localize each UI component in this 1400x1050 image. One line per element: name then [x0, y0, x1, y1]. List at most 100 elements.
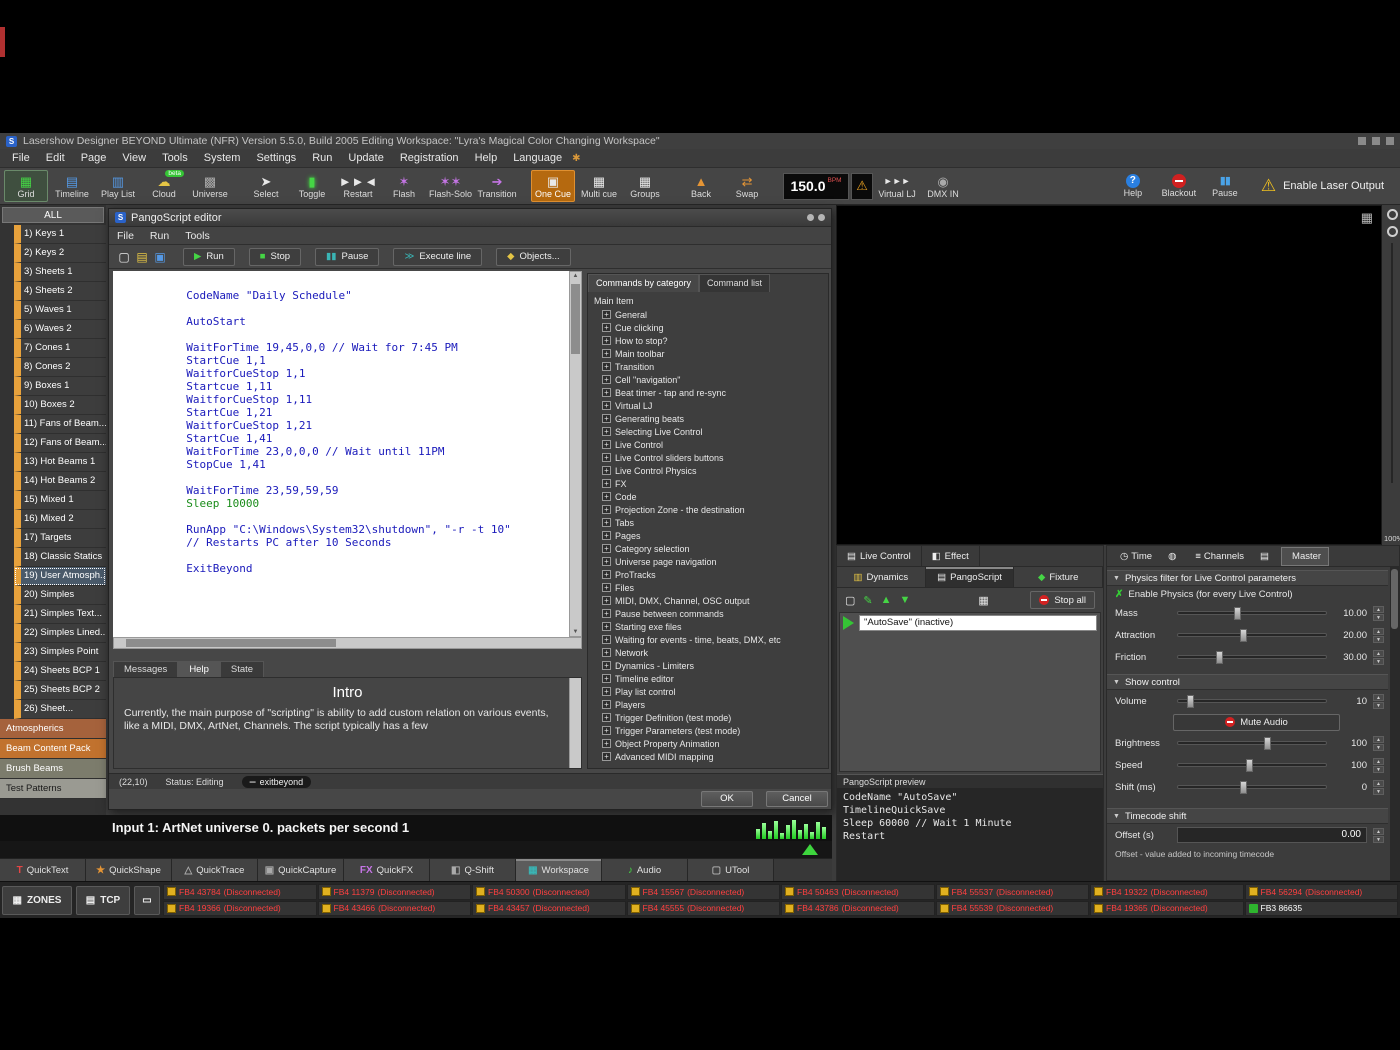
- master-panel-tab[interactable]: ≡ Channels: [1188, 547, 1251, 566]
- preview-grid-icon[interactable]: ▦: [1361, 210, 1373, 226]
- live-panel-tab[interactable]: ▤ Live Control: [837, 546, 922, 566]
- blackout-button[interactable]: Blackout: [1157, 170, 1201, 202]
- view-grid-icon[interactable]: ▦: [978, 594, 988, 607]
- toolbar-button[interactable]: ⇄ Swap: [725, 170, 769, 202]
- expand-icon[interactable]: +: [602, 648, 611, 657]
- edit-item-icon[interactable]: ✎: [863, 594, 872, 607]
- expand-icon[interactable]: +: [602, 388, 611, 397]
- editor-minimize-icon[interactable]: [807, 214, 814, 221]
- ok-button[interactable]: OK: [701, 791, 753, 807]
- code-editor[interactable]: CodeName "Daily Schedule" AutoStart Wait…: [113, 271, 569, 637]
- expand-icon[interactable]: +: [602, 492, 611, 501]
- sidebar-item[interactable]: 20) Simples: [14, 586, 106, 605]
- slider-track[interactable]: [1177, 763, 1327, 767]
- bpm-warning-icon[interactable]: ⚠: [851, 173, 873, 200]
- bottom-tool-tab[interactable]: FX QuickFX: [344, 859, 430, 881]
- device-status-cell[interactable]: FB4 19322 (Disconnected): [1090, 884, 1244, 900]
- tree-root[interactable]: Main Item: [592, 295, 828, 308]
- editor-titlebar[interactable]: S PangoScript editor: [109, 209, 831, 227]
- tree-item[interactable]: + How to stop?: [592, 334, 828, 347]
- bottom-tool-tab[interactable]: T QuickText: [0, 859, 86, 881]
- sidebar-item[interactable]: 1) Keys 1: [14, 225, 106, 244]
- toolbar-button[interactable]: ✶ Flash: [382, 170, 426, 202]
- sidebar-item[interactable]: 10) Boxes 2: [14, 396, 106, 415]
- expand-icon[interactable]: +: [602, 440, 611, 449]
- expand-icon[interactable]: +: [602, 570, 611, 579]
- preview-circle-button[interactable]: [1387, 209, 1398, 220]
- dmx-in-button[interactable]: ◉ DMX IN: [921, 170, 965, 202]
- sidebar-pack-item[interactable]: Brush Beams: [0, 759, 106, 779]
- sidebar-item[interactable]: 6) Waves 2: [14, 320, 106, 339]
- sidebar-item[interactable]: 23) Simples Point: [14, 643, 106, 662]
- tree-item[interactable]: + Main toolbar: [592, 347, 828, 360]
- device-status-cell[interactable]: FB4 19366 (Disconnected): [163, 901, 317, 917]
- tree-item[interactable]: + Category selection: [592, 542, 828, 555]
- sidebar-pack-item[interactable]: Test Patterns: [0, 779, 106, 799]
- expand-icon[interactable]: +: [602, 349, 611, 358]
- sidebar-item[interactable]: 8) Cones 2: [14, 358, 106, 377]
- sidebar-item[interactable]: 13) Hot Beams 1: [14, 453, 106, 472]
- live-panel-subtab[interactable]: ▥ Dynamics: [837, 567, 926, 587]
- pangoscript-list[interactable]: "AutoSave" (inactive): [839, 612, 1101, 772]
- slider-stepper[interactable]: ▲▼: [1373, 606, 1384, 621]
- toolbar-button[interactable]: ▤ Timeline: [50, 170, 94, 202]
- slider-track[interactable]: [1177, 699, 1327, 703]
- device-status-cell[interactable]: FB4 15567 (Disconnected): [627, 884, 781, 900]
- device-status-cell[interactable]: FB4 43786 (Disconnected): [781, 901, 935, 917]
- expand-icon[interactable]: +: [602, 375, 611, 384]
- sidebar-item[interactable]: 24) Sheets BCP 1: [14, 662, 106, 681]
- scrollbar-thumb[interactable]: [1391, 569, 1398, 629]
- tree-item[interactable]: + Advanced MIDI mapping: [592, 750, 828, 763]
- device-status-cell[interactable]: FB4 43784 (Disconnected): [163, 884, 317, 900]
- menu-item[interactable]: Edit: [38, 152, 73, 164]
- move-up-icon[interactable]: ▲: [881, 594, 892, 606]
- sidebar-item[interactable]: 12) Fans of Beam...: [14, 434, 106, 453]
- expand-icon[interactable]: +: [602, 479, 611, 488]
- slider-handle[interactable]: [1234, 607, 1241, 620]
- tree-item[interactable]: + Selecting Live Control: [592, 425, 828, 438]
- device-status-cell[interactable]: FB4 50463 (Disconnected): [781, 884, 935, 900]
- laser-preview[interactable]: ▦: [836, 205, 1382, 545]
- tree-item[interactable]: + Generating beats: [592, 412, 828, 425]
- tree-item[interactable]: + Dynamics - Limiters: [592, 659, 828, 672]
- expand-icon[interactable]: +: [602, 661, 611, 670]
- device-status-cell[interactable]: FB4 19365 (Disconnected): [1090, 901, 1244, 917]
- editor-menu-item[interactable]: File: [109, 230, 142, 242]
- device-status-cell[interactable]: FB4 55537 (Disconnected): [936, 884, 1090, 900]
- sidebar-item[interactable]: 25) Sheets BCP 2: [14, 681, 106, 700]
- expand-icon[interactable]: +: [602, 531, 611, 540]
- sidebar-item[interactable]: 4) Sheets 2: [14, 282, 106, 301]
- toolbar-button[interactable]: ☁ Cloud beta: [142, 170, 186, 202]
- sidebar-item[interactable]: 15) Mixed 1: [14, 491, 106, 510]
- zones-button[interactable]: ▦ ZONES: [2, 886, 72, 915]
- tree-item[interactable]: + FX: [592, 477, 828, 490]
- enable-laser-output-button[interactable]: ⚠ Enable Laser Output: [1249, 171, 1396, 201]
- device-status-cell[interactable]: FB4 43466 (Disconnected): [318, 901, 472, 917]
- preview-zoom-slider[interactable]: [1391, 243, 1393, 483]
- toolbar-button[interactable]: ➔ Transition: [475, 170, 519, 202]
- expand-icon[interactable]: +: [602, 596, 611, 605]
- pause-button[interactable]: ▮▮ Pause: [1203, 170, 1247, 202]
- play-icon[interactable]: [843, 616, 854, 630]
- slider-stepper[interactable]: ▲▼: [1373, 694, 1384, 709]
- tree-item[interactable]: + Code: [592, 490, 828, 503]
- tree-item[interactable]: + Projection Zone - the destination: [592, 503, 828, 516]
- device-status-cell[interactable]: FB3 86635: [1245, 901, 1399, 917]
- tree-item[interactable]: + Network: [592, 646, 828, 659]
- bottom-tool-tab[interactable]: △ QuickTrace: [172, 859, 258, 881]
- sidebar-item[interactable]: 18) Classic Statics: [14, 548, 106, 567]
- menu-item[interactable]: Update: [340, 152, 391, 164]
- sidebar-item[interactable]: 2) Keys 2: [14, 244, 106, 263]
- tree-item[interactable]: + General: [592, 308, 828, 321]
- tree-item[interactable]: + Starting exe files: [592, 620, 828, 633]
- toolbar-button[interactable]: ➤ Select: [244, 170, 288, 202]
- maximize-icon[interactable]: [1372, 137, 1380, 145]
- slider-track[interactable]: [1177, 785, 1327, 789]
- tree-item[interactable]: + Transition: [592, 360, 828, 373]
- bottom-tool-tab[interactable]: ▦ Workspace: [516, 859, 602, 881]
- slider-stepper[interactable]: ▲▼: [1373, 650, 1384, 665]
- editor-menu-item[interactable]: Run: [142, 230, 177, 242]
- expand-panel-icon[interactable]: [802, 844, 818, 855]
- device-status-cell[interactable]: FB4 11379 (Disconnected): [318, 884, 472, 900]
- slider-track[interactable]: [1177, 741, 1327, 745]
